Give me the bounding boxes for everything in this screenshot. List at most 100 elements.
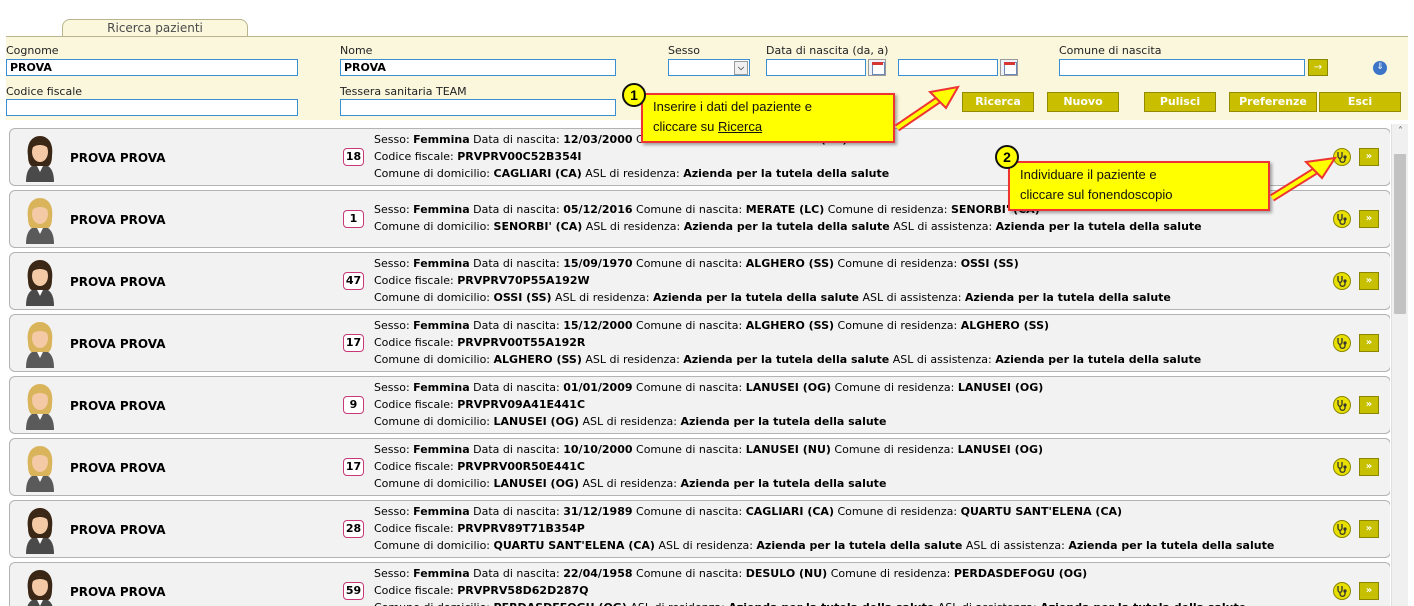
stethoscope-icon[interactable]: [1333, 272, 1351, 290]
info-line: Sesso: Femmina Data di nascita: 01/01/20…: [374, 379, 1043, 396]
callout-1-line1: Inserire i dati del paziente e: [653, 99, 812, 114]
nuovo-button[interactable]: Nuovo: [1047, 92, 1119, 112]
patient-name: PROVA PROVA: [70, 213, 166, 227]
value-asl-assistenza: Azienda per la tutela della salute: [995, 353, 1202, 366]
stethoscope-icon[interactable]: [1333, 520, 1351, 538]
pulisci-button[interactable]: Pulisci: [1144, 92, 1216, 112]
label-data-nascita: Data di nascita:: [473, 567, 560, 580]
label-comune-residenza: Comune di residenza:: [837, 319, 958, 332]
stethoscope-icon[interactable]: [1333, 396, 1351, 414]
patient-row[interactable]: PROVA PROVA 17 Sesso: Femmina Data di nasc…: [9, 314, 1390, 372]
value-sesso: Femmina: [413, 319, 470, 332]
value-comune-residenza: LANUSEI (OG): [957, 443, 1044, 456]
value-codice-fiscale: PRVPRV00T55A192R: [457, 336, 586, 349]
info-line: Comune di domicilio: LANUSEI (OG) ASL di…: [374, 413, 1043, 430]
open-patient-button[interactable]: »: [1359, 334, 1379, 352]
comune-nascita-input[interactable]: [1059, 59, 1305, 76]
data-da-input[interactable]: [766, 59, 866, 76]
stethoscope-icon[interactable]: [1333, 334, 1351, 352]
patient-row[interactable]: PROVA PROVA 47 Sesso: Femmina Data di nasc…: [9, 252, 1390, 310]
value-data-nascita: 15/12/2000: [563, 319, 633, 332]
calendar-icon[interactable]: [868, 59, 886, 76]
callout-1-line2: cliccare su Ricerca: [653, 117, 883, 137]
patient-row[interactable]: PROVA PROVA 17 Sesso: Femmina Data di nasc…: [9, 438, 1390, 496]
cognome-input[interactable]: [6, 59, 298, 76]
open-patient-button[interactable]: »: [1359, 148, 1379, 166]
label-codice-fiscale: Codice fiscale:: [374, 336, 454, 349]
patient-name: PROVA PROVA: [70, 275, 166, 289]
nome-input[interactable]: [340, 59, 616, 76]
info-line: Sesso: Femmina Data di nascita: 15/09/19…: [374, 255, 1171, 272]
age-badge: 9: [343, 396, 364, 414]
info-line: Comune di domicilio: LANUSEI (OG) ASL di…: [374, 475, 1043, 492]
step-2-badge: 2: [995, 145, 1019, 169]
label-comune-domicilio: Comune di domicilio:: [374, 220, 491, 233]
calendar-icon[interactable]: [1000, 59, 1018, 76]
value-comune-domicilio: LANUSEI (OG): [493, 477, 579, 490]
tessera-input[interactable]: [340, 99, 616, 116]
open-patient-button[interactable]: »: [1359, 458, 1379, 476]
patient-row[interactable]: PROVA PROVA 59 Sesso: Femmina Data di nasc…: [9, 562, 1390, 606]
age-badge: 47: [343, 272, 364, 290]
value-comune-domicilio: OSSI (SS): [493, 291, 552, 304]
value-comune-nascita: MERATE (LC): [745, 203, 825, 216]
value-comune-residenza: PERDASDEFOGU (OG): [953, 567, 1088, 580]
value-comune-nascita: ALGHERO (SS): [745, 257, 835, 270]
stethoscope-icon[interactable]: [1333, 210, 1351, 228]
value-comune-nascita: LANUSEI (OG): [745, 381, 832, 394]
open-patient-button[interactable]: »: [1359, 520, 1379, 538]
value-comune-residenza: OSSI (SS): [960, 257, 1019, 270]
stethoscope-icon[interactable]: [1333, 458, 1351, 476]
open-patient-button[interactable]: »: [1359, 272, 1379, 290]
value-codice-fiscale: PRVPRV89T71B354P: [457, 522, 585, 535]
scroll-thumb[interactable]: [1394, 154, 1406, 314]
expand-icon[interactable]: ⇓: [1373, 61, 1387, 75]
info-line: Comune di domicilio: OSSI (SS) ASL di re…: [374, 289, 1171, 306]
value-asl-assistenza: Azienda per la tutela della salute: [964, 291, 1171, 304]
chevron-down-icon: ⌵: [734, 61, 748, 75]
info-line: Comune di domicilio: QUARTU SANT'ELENA (…: [374, 537, 1274, 554]
tab-ricerca-pazienti[interactable]: Ricerca pazienti: [62, 19, 248, 37]
callout-2: Individuare il paziente e cliccare sul f…: [1008, 161, 1270, 211]
patient-name: PROVA PROVA: [70, 399, 166, 413]
sesso-select[interactable]: ⌵: [668, 59, 750, 76]
value-data-nascita: 31/12/1989: [563, 505, 633, 518]
open-patient-button[interactable]: »: [1359, 582, 1379, 600]
label-codice-fiscale: Codice fiscale:: [374, 398, 454, 411]
label-comune-nascita: Comune di nascita:: [636, 381, 743, 394]
scrollbar[interactable]: ˄: [1391, 124, 1408, 606]
stethoscope-icon[interactable]: [1333, 582, 1351, 600]
sesso-label: Sesso: [668, 44, 700, 57]
patient-row[interactable]: PROVA PROVA 9 Sesso: Femmina Data di nasci…: [9, 376, 1390, 434]
codice-fiscale-input[interactable]: [6, 99, 298, 116]
value-asl-assistenza: Azienda per la tutela della salute: [1068, 539, 1275, 552]
open-patient-button[interactable]: »: [1359, 210, 1379, 228]
tab-strip: Ricerca pazienti: [0, 0, 1414, 37]
label-asl-assistenza: ASL di assistenza:: [862, 291, 962, 304]
preferenze-button[interactable]: Preferenze: [1229, 92, 1317, 112]
patient-avatar-icon: [26, 384, 54, 430]
value-comune-domicilio: LANUSEI (OG): [493, 415, 579, 428]
label-codice-fiscale: Codice fiscale:: [374, 584, 454, 597]
label-comune-residenza: Comune di residenza:: [837, 257, 958, 270]
callout-1-prefix: cliccare su: [653, 119, 719, 134]
ricerca-button[interactable]: Ricerca: [962, 92, 1034, 112]
patient-name: PROVA PROVA: [70, 337, 166, 351]
open-patient-button[interactable]: »: [1359, 396, 1379, 414]
scroll-up-icon[interactable]: ˄: [1392, 124, 1409, 140]
stethoscope-icon[interactable]: [1333, 148, 1351, 166]
info-line: Sesso: Femmina Data di nascita: 15/12/20…: [374, 317, 1201, 334]
value-sesso: Femmina: [413, 203, 470, 216]
info-line: Codice fiscale: PRVPRV58D62D287Q: [374, 582, 1246, 599]
patient-avatar-icon: [26, 322, 54, 368]
codice-fiscale-label: Codice fiscale: [6, 85, 83, 98]
arrow-right-icon[interactable]: →: [1308, 59, 1328, 76]
esci-button[interactable]: Esci: [1319, 92, 1401, 112]
data-a-input[interactable]: [898, 59, 998, 76]
patient-avatar-icon: [26, 198, 54, 244]
info-line: Codice fiscale: PRVPRV70P55A192W: [374, 272, 1171, 289]
patient-row[interactable]: PROVA PROVA 28 Sesso: Femmina Data di nasc…: [9, 500, 1390, 558]
info-line: Codice fiscale: PRVPRV89T71B354P: [374, 520, 1274, 537]
value-data-nascita: 15/09/1970: [563, 257, 633, 270]
label-asl-residenza: ASL di residenza:: [585, 167, 680, 180]
